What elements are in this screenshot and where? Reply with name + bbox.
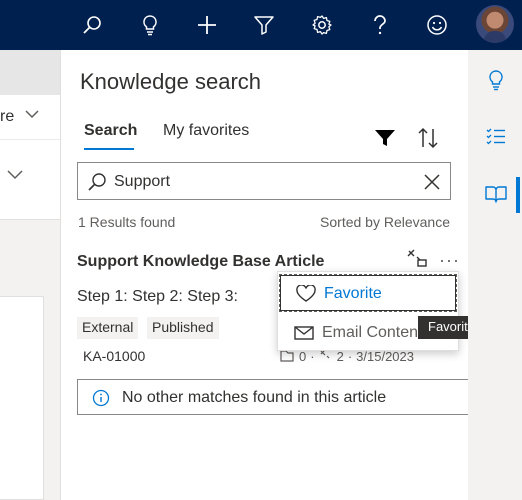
article-id: KA-01000 (83, 348, 146, 364)
article-snippet: Step 1: Step 2: Step 3: (77, 288, 238, 305)
tab-active-indicator (84, 148, 134, 150)
more-options-icon[interactable]: ··· (439, 250, 460, 271)
menu-item-label: Email Content (322, 324, 423, 341)
search-field (77, 162, 451, 200)
results-count: 1 Results found (78, 214, 176, 230)
background-card (0, 296, 44, 500)
article-title[interactable]: Support Knowledge Base Article (77, 253, 324, 271)
active-indicator (516, 177, 520, 213)
lightbulb-icon[interactable] (134, 9, 166, 41)
mail-icon (293, 324, 315, 342)
menu-item-label: Favorite (324, 285, 382, 302)
tab-my-favorites[interactable]: My favorites (163, 122, 249, 140)
clear-search-icon[interactable] (422, 172, 442, 192)
search-icon (86, 171, 108, 193)
tag-published: Published (147, 317, 219, 339)
sorted-by-label: Sorted by Relevance (320, 214, 450, 230)
settings-gear-icon[interactable] (306, 9, 338, 41)
book-icon[interactable] (484, 182, 508, 206)
tab-search[interactable]: Search (84, 122, 137, 140)
heart-icon (295, 284, 317, 303)
right-rail (468, 50, 522, 500)
info-icon (92, 389, 110, 407)
top-nav-bar (0, 0, 522, 50)
filter-icon[interactable] (374, 128, 398, 152)
background-dropdown-text: re (0, 108, 15, 125)
lightbulb-icon[interactable] (484, 68, 508, 92)
chevron-down-icon[interactable] (24, 107, 40, 125)
menu-item-favorite[interactable]: Favorite (279, 274, 457, 312)
panel-title: Knowledge search (80, 69, 262, 94)
smiley-feedback-icon[interactable] (421, 9, 453, 41)
task-list-icon[interactable] (484, 125, 508, 149)
sort-icon[interactable] (417, 126, 441, 152)
search-icon[interactable] (76, 9, 108, 41)
link-icon[interactable] (405, 247, 429, 269)
no-match-text: No other matches found in this article (122, 389, 387, 406)
user-avatar[interactable] (476, 5, 514, 43)
plus-icon[interactable] (191, 9, 223, 41)
filter-icon[interactable] (248, 9, 280, 41)
chevron-down-icon[interactable] (6, 167, 24, 185)
help-question-icon[interactable] (364, 9, 396, 41)
background-header-band (0, 50, 60, 95)
no-match-message-bar: No other matches found in this article (77, 379, 469, 415)
article-context-menu: Favorite Email Content (277, 271, 459, 351)
search-input[interactable] (114, 169, 414, 195)
tag-external: External (77, 317, 139, 339)
